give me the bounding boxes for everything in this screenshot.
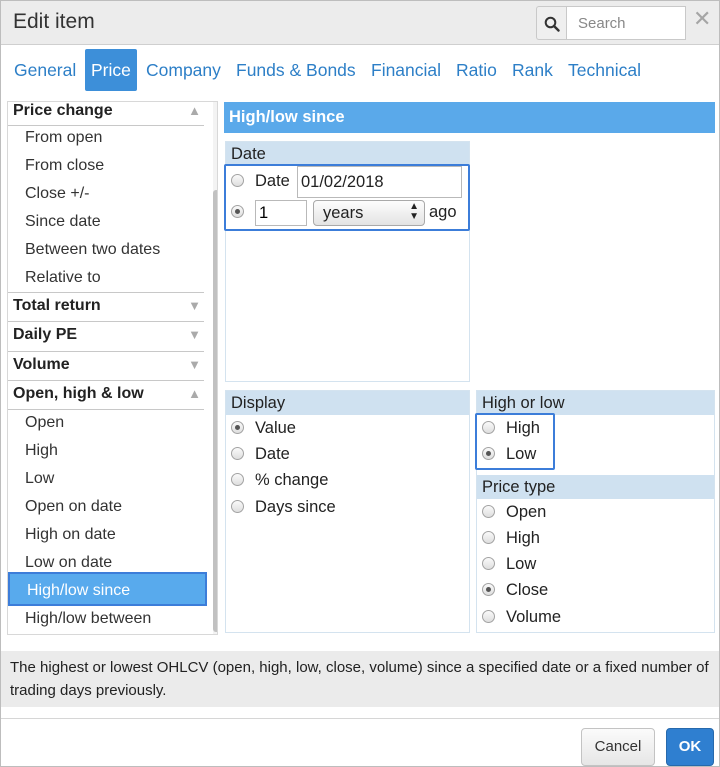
list-item-from-open[interactable]: From open [25,124,205,152]
expand-icon: ▼ [188,357,201,372]
display-value-radio[interactable] [231,421,244,434]
price-volume-label: Volume [506,608,562,626]
group-volume[interactable]: Volume ▼ [8,352,204,381]
tab-financial[interactable]: Financial [371,49,441,91]
high-low-panel-title: High or low [477,391,714,415]
collapse-icon: ▲ [188,386,201,401]
display-date-radio[interactable] [231,447,244,460]
list-item-between-two-dates[interactable]: Between two dates [25,236,205,264]
low-radio[interactable] [482,447,495,460]
price-close-label: Close [506,581,549,599]
group-label: Price change [13,102,113,119]
date-field[interactable] [297,166,462,198]
list-item-high[interactable]: High [25,437,205,465]
price-open-label: Open [506,503,547,521]
price-volume-radio[interactable] [482,610,495,623]
title-bar: Edit item ✕ [1,1,719,45]
list-item-close-change[interactable]: Close +/- [25,180,205,208]
tab-technical[interactable]: Technical [568,49,641,91]
relative-option-radio[interactable] [231,205,244,218]
date-option-label: Date [255,172,290,190]
tab-ratio[interactable]: Ratio [456,49,497,91]
display-value-label: Value [255,419,296,437]
display-panel-title: Display [226,391,469,415]
list-item-high-low-between[interactable]: High/low between [25,605,205,633]
list-scrollbar[interactable] [213,102,217,634]
unit-select-value: years [323,204,364,222]
tab-company[interactable]: Company [146,49,221,91]
date-option-radio[interactable] [231,174,244,187]
price-high-radio[interactable] [482,531,495,544]
tab-price[interactable]: Price [85,49,137,91]
cancel-button[interactable]: Cancel [581,728,655,766]
list-item-high-low-since[interactable]: High/low since [8,572,207,606]
list-item-high-on-date[interactable]: High on date [25,521,205,549]
tab-funds-bonds[interactable]: Funds & Bonds [236,49,356,91]
list-item-relative-to[interactable]: Relative to [25,264,205,292]
group-price-change[interactable]: Price change ▲ [8,102,204,126]
group-daily-pe[interactable]: Daily PE ▼ [8,322,204,352]
display-date-label: Date [255,445,290,463]
close-icon[interactable]: ✕ [693,6,711,32]
collapse-icon: ▲ [188,103,201,118]
low-label: Low [506,445,537,463]
price-low-radio[interactable] [482,557,495,570]
price-close-radio[interactable] [482,583,495,596]
select-arrows-icon: ▲ ▼ [409,201,419,222]
search-input[interactable] [566,6,686,40]
section-header: High/low since [224,102,715,133]
tab-rank[interactable]: Rank [512,49,553,91]
price-low-label: Low [506,555,537,573]
group-label: Volume [13,356,70,373]
display-days-since-label: Days since [255,498,336,516]
group-open-high-low[interactable]: Open, high & low ▲ [8,381,204,410]
tab-bar: General Price Company Funds & Bonds Fina… [1,49,719,91]
ok-button[interactable]: OK [666,728,714,766]
footer-divider [1,718,719,719]
price-type-panel-title: Price type [477,475,714,499]
high-label: High [506,419,540,437]
search-icon [544,16,560,32]
item-description: The highest or lowest OHLCV (open, high,… [1,651,719,707]
scrollbar-thumb[interactable] [213,190,217,632]
list-item-low[interactable]: Low [25,465,205,493]
group-label: Total return [13,297,101,314]
price-open-radio[interactable] [482,505,495,518]
tab-general[interactable]: General [14,49,76,91]
edit-item-dialog: Edit item ✕ General Price Company Funds … [0,0,720,767]
display-days-since-radio[interactable] [231,500,244,513]
group-total-return[interactable]: Total return ▼ [8,292,204,322]
group-label: Daily PE [13,326,78,343]
search-button[interactable] [536,6,566,40]
list-item-since-date[interactable]: Since date [25,208,205,236]
display-percent-change-label: % change [255,471,329,489]
expand-icon: ▼ [188,327,201,342]
unit-select[interactable]: years ▲ ▼ [313,200,425,226]
count-field[interactable] [255,200,307,226]
ago-label: ago [429,203,457,221]
group-label: Open, high & low [13,385,144,402]
list-item-from-close[interactable]: From close [25,152,205,180]
display-percent-change-radio[interactable] [231,473,244,486]
dialog-title: Edit item [13,10,95,33]
expand-icon: ▼ [188,298,201,313]
high-radio[interactable] [482,421,495,434]
list-item-open-on-date[interactable]: Open on date [25,493,205,521]
list-item-open[interactable]: Open [25,409,205,437]
category-list: Price change ▲ From open From close Clos… [7,101,218,635]
date-panel-title: Date [226,142,469,166]
price-high-label: High [506,529,540,547]
